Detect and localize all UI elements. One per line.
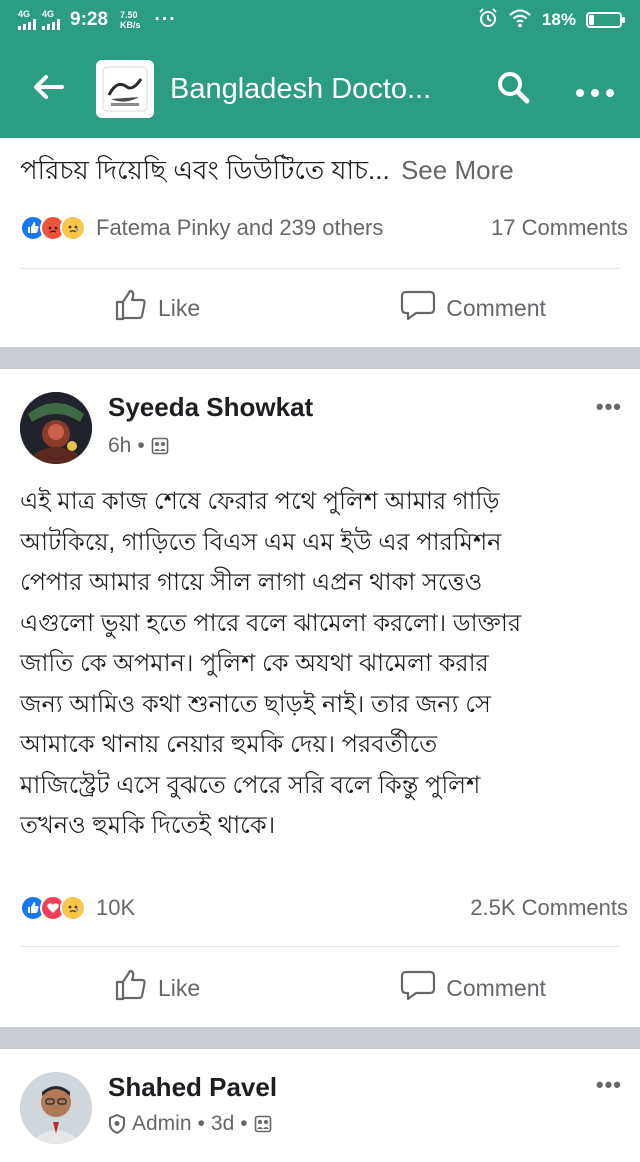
- meta-separator: •: [137, 434, 145, 457]
- battery-icon: [586, 12, 625, 28]
- like-icon: [114, 288, 148, 328]
- post-time[interactable]: 3d: [211, 1112, 234, 1136]
- admin-badge: Admin: [132, 1112, 192, 1135]
- signal-1-icon: 4G: [18, 10, 36, 30]
- network-2-label: 4G: [42, 9, 55, 19]
- author-name[interactable]: Shahed Pavel: [108, 1072, 277, 1103]
- body-line: জন্য আমিও কথা শুনাতে ছাড়ই নাই। তার জন্য…: [20, 690, 491, 718]
- post2-header: Syeeda Showkat 6h • •••: [0, 386, 640, 466]
- comment-label: Comment: [446, 294, 546, 321]
- more-button[interactable]: [570, 59, 620, 119]
- post-meta: 6h •: [108, 434, 169, 458]
- clock: 9:28: [70, 9, 109, 30]
- divider: [20, 268, 620, 269]
- author-name[interactable]: Syeeda Showkat: [108, 392, 313, 423]
- like-label: Like: [158, 974, 201, 1001]
- body-line: জাতি কে অপমান। পুলিশ কে অযথা ঝামেলা করার: [20, 650, 489, 677]
- comment-label: Comment: [446, 974, 546, 1001]
- admin-shield-icon: [108, 1114, 126, 1134]
- group-logo[interactable]: [96, 60, 154, 118]
- post-options-button[interactable]: •••: [596, 394, 622, 420]
- see-more-link[interactable]: See More: [401, 155, 514, 185]
- sad-reaction-icon: [60, 215, 86, 241]
- post2-actions: Like Comment: [0, 958, 640, 1018]
- reaction-icons[interactable]: [20, 895, 86, 921]
- divider: [20, 946, 620, 947]
- snippet-text: পরিচয় দিয়েছি এবং ডিউটিতে যাচ...: [20, 155, 390, 185]
- back-arrow-icon: [32, 73, 64, 106]
- post2-reactions-row: 10K 2.5K Comments: [0, 888, 640, 928]
- search-button[interactable]: [488, 59, 538, 119]
- post-body: এই মাত্র কাজ শেষে ফেরার পথে পুলিশ আমার গ…: [20, 482, 630, 847]
- post1-actions: Like Comment: [0, 278, 640, 338]
- status-right: 18%: [478, 7, 625, 33]
- comments-count[interactable]: 17 Comments: [491, 215, 628, 241]
- body-line: পেপার আমার গায়ে সীল লাগা এপ্রন থাকা সত্…: [20, 569, 483, 596]
- comments-count[interactable]: 2.5K Comments: [470, 895, 628, 921]
- like-button[interactable]: Like: [114, 288, 200, 328]
- comment-icon: [400, 289, 436, 327]
- reaction-icons[interactable]: [20, 215, 86, 241]
- app-bar: Bangladesh Docto...: [0, 40, 640, 138]
- post-separator: [0, 347, 640, 369]
- post-meta: Admin • 3d •: [108, 1112, 272, 1136]
- speed-value: 7.50: [120, 10, 138, 20]
- network-speed: 7.50 KB/s: [120, 10, 141, 30]
- meta-separator: •: [240, 1112, 248, 1135]
- status-bar: 4G 4G 9:28 7.50 KB/s ··· 18%: [0, 0, 640, 40]
- group-audience-icon: [151, 437, 169, 455]
- avatar[interactable]: [20, 392, 92, 464]
- status-left: 4G 4G 9:28 7.50 KB/s ···: [18, 9, 177, 31]
- body-line: এই মাত্র কাজ শেষে ফেরার পথে পুলিশ আমার গ…: [20, 488, 500, 515]
- like-button[interactable]: Like: [114, 968, 200, 1008]
- comment-button[interactable]: Comment: [400, 969, 546, 1007]
- like-label: Like: [158, 294, 201, 321]
- back-button[interactable]: [18, 59, 78, 119]
- body-line: মাজিস্ট্রেট এসে বুঝতে পেরে সরি বলে কিন্ত…: [20, 771, 481, 799]
- post1-reactions-row: Fatema Pinky and 239 others 17 Comments: [0, 208, 640, 248]
- meta-separator: •: [197, 1112, 205, 1135]
- battery-percent: 18%: [541, 10, 576, 29]
- post3-header: Shahed Pavel Admin • 3d • •••: [0, 1066, 640, 1146]
- reaction-count[interactable]: 10K: [96, 895, 135, 921]
- avatar[interactable]: [20, 1072, 92, 1144]
- post-time[interactable]: 6h: [108, 434, 131, 458]
- signal-2-icon: 4G: [42, 10, 60, 30]
- body-line: আটকিয়ে, গাড়িতে বিএস এম এম ইউ এর পারমিশ…: [20, 528, 502, 556]
- search-icon: [495, 69, 531, 110]
- network-1-label: 4G: [18, 9, 31, 19]
- post-snippet: পরিচয় দিয়েছি এবং ডিউটিতে যাচ... See Mo…: [20, 150, 514, 194]
- post-options-button[interactable]: •••: [596, 1072, 622, 1098]
- group-title: Bangladesh Docto...: [170, 72, 432, 105]
- more-notifications: ···: [154, 9, 177, 30]
- body-line: তখনও হুমকি দিতেই থাকে।: [20, 812, 276, 839]
- comment-icon: [400, 969, 436, 1007]
- sad-reaction-icon: [60, 895, 86, 921]
- body-line: এগুলো ভুয়া হতে পারে বলে ঝামেলা করলো। ডা…: [20, 609, 522, 637]
- wifi-icon: [508, 8, 532, 33]
- alarm-icon: [478, 7, 498, 33]
- like-icon: [114, 968, 148, 1008]
- group-logo-icon: [102, 66, 148, 112]
- group-audience-icon: [254, 1115, 272, 1133]
- more-icon: [575, 72, 615, 106]
- body-line: আমাকে থানায় নেয়ার হুমকি দেয়। পরবর্তীত…: [20, 731, 438, 758]
- speed-unit: KB/s: [120, 20, 141, 30]
- reaction-summary[interactable]: Fatema Pinky and 239 others: [96, 215, 383, 241]
- comment-button[interactable]: Comment: [400, 289, 546, 327]
- post-separator: [0, 1027, 640, 1049]
